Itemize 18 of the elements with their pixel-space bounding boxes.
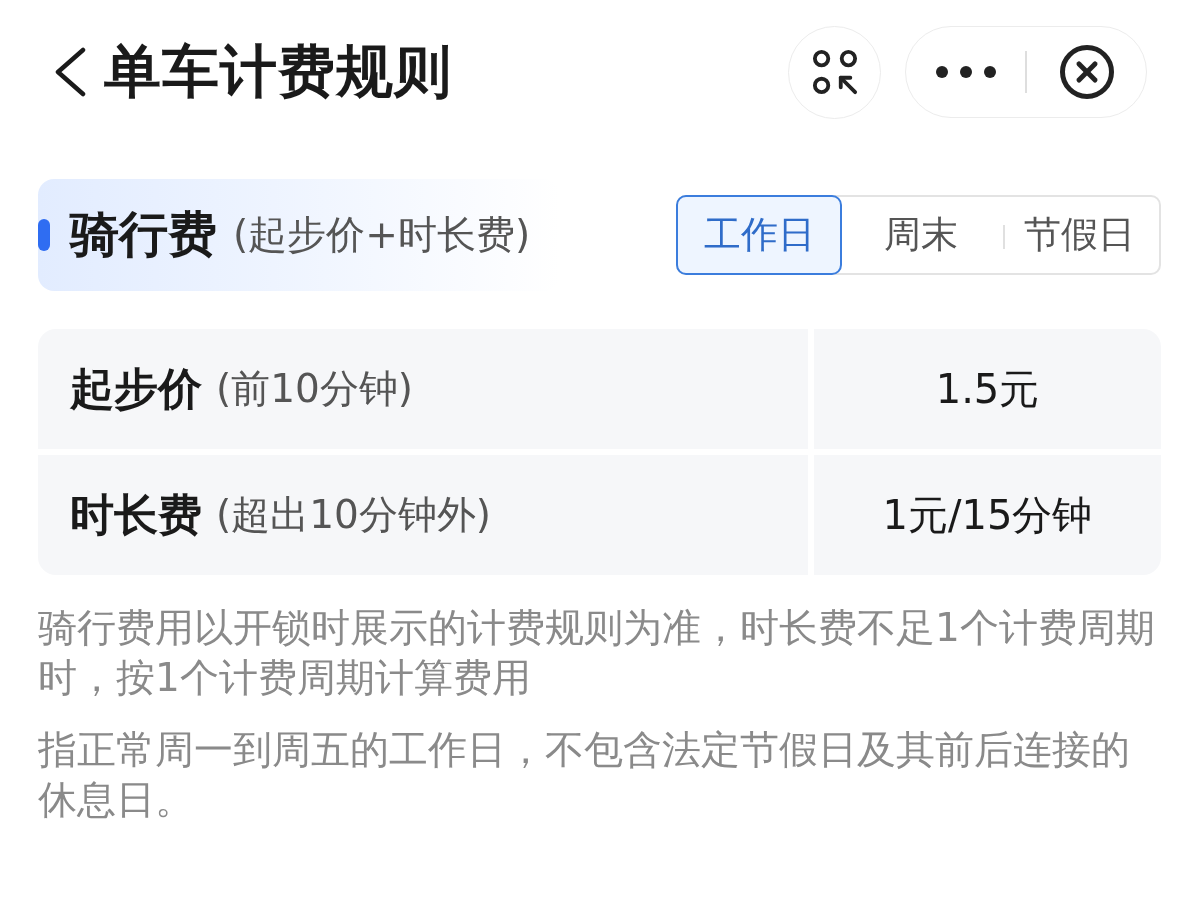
fee-note: (超出10分钟外) xyxy=(216,491,492,539)
fee-note: (前10分钟) xyxy=(216,365,414,413)
fee-value-cell: 1.5元 xyxy=(814,329,1161,449)
accent-bar-icon xyxy=(38,219,50,251)
fee-value-cell: 1元/15分钟 xyxy=(814,455,1161,575)
note-text: 骑行费用以开锁时展示的计费规则为准，时长费不足1个计费周期时，按1个计费周期计算费用 xyxy=(38,604,1156,702)
section-subtitle: (起步价+时长费) xyxy=(233,211,531,259)
day-tab[interactable]: 工作日 xyxy=(676,195,842,275)
page-title: 单车计费规则 xyxy=(104,36,452,106)
section-title: 骑行费 xyxy=(70,205,217,265)
close-icon xyxy=(1059,45,1114,99)
fee-name: 时长费 xyxy=(70,487,202,542)
circles-arrow-icon xyxy=(811,49,858,95)
fee-name: 起步价 xyxy=(70,361,202,416)
day-tab[interactable]: 节假日 xyxy=(1000,195,1159,275)
note-text: 指正常周一到周五的工作日，不包含法定节假日及其前后连接的休息日。 xyxy=(38,726,1131,824)
more-icon xyxy=(935,66,996,78)
day-tab[interactable]: 周末 xyxy=(842,195,1001,275)
